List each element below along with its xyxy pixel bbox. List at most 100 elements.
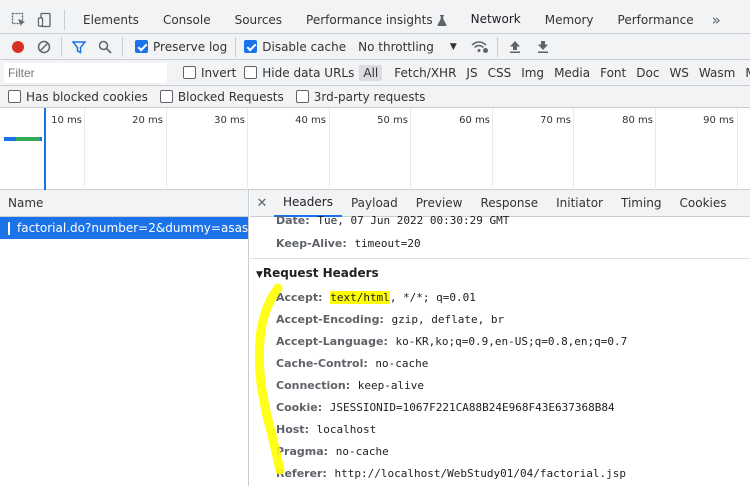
blocked-requests-label: Blocked Requests — [177, 89, 284, 104]
search-icon[interactable] — [94, 36, 116, 58]
type-filter-doc[interactable]: Doc — [632, 65, 663, 81]
header-name: Cookie: — [276, 401, 323, 414]
request-header-row: Cache-Control: no-cache — [276, 356, 428, 370]
flask-icon — [437, 14, 447, 26]
clear-icon[interactable] — [33, 36, 55, 58]
header-name: Connection: — [276, 379, 351, 392]
type-filter-all[interactable]: All — [359, 64, 383, 81]
request-header-row: Accept: text/html, */*; q=0.01 — [276, 290, 476, 304]
tab-timing[interactable]: Timing — [612, 190, 671, 217]
divider — [235, 36, 237, 57]
header-value: Tue, 07 Jun 2022 00:30:29 GMT — [317, 214, 510, 227]
timeline-gridline — [329, 108, 330, 190]
divider — [122, 36, 123, 57]
type-filter-media[interactable]: Media — [550, 65, 594, 81]
timeline-tick-label: 50 ms — [377, 115, 408, 126]
type-filter-manifest[interactable]: Manifest — [741, 65, 750, 81]
header-value: no-cache — [375, 357, 429, 370]
header-name: Pragma: — [276, 445, 329, 458]
device-toolbar-icon[interactable] — [34, 9, 56, 31]
header-name: Accept-Encoding: — [276, 313, 384, 326]
checkbox-checked-icon — [244, 40, 258, 53]
divider — [61, 36, 62, 57]
header-name: Referer: — [276, 467, 327, 480]
header-value: no-cache — [335, 445, 389, 458]
hide-data-urls-checkbox[interactable]: Hide data URLs — [240, 66, 358, 80]
checkbox-unchecked-icon — [8, 90, 21, 103]
timeline-gridline — [737, 108, 738, 190]
tab-label: Performance insights — [306, 13, 433, 27]
timeline-overview[interactable]: 10 ms 20 ms 30 ms 40 ms 50 ms 60 ms 70 m… — [0, 108, 750, 190]
timeline-gridline — [410, 108, 411, 190]
name-column-header[interactable]: Name — [0, 190, 248, 217]
type-filter-js[interactable]: JS — [462, 65, 481, 81]
tab-initiator[interactable]: Initiator — [547, 190, 612, 217]
timeline-gridline — [573, 108, 574, 190]
record-icon[interactable] — [7, 36, 29, 58]
request-name: factorial.do?number=2&dummy=asas — [17, 221, 248, 235]
filter-bar: Invert Hide data URLs All Fetch/XHR JS C… — [0, 60, 750, 86]
disable-cache-checkbox[interactable]: Disable cache — [238, 40, 352, 54]
expand-triangle-icon: ▼ — [256, 270, 263, 280]
highlighted-value: text/html — [330, 291, 390, 304]
header-value: keep-alive — [357, 379, 424, 392]
import-har-icon[interactable] — [504, 36, 526, 58]
timeline-request-bar-waiting — [16, 137, 40, 141]
type-filter-wasm[interactable]: Wasm — [695, 65, 739, 81]
timeline-tick-label: 80 ms — [622, 115, 653, 126]
header-value: gzip, deflate, br — [391, 313, 505, 326]
request-headers-section-toggle[interactable]: ▼Request Headers — [256, 266, 379, 280]
timeline-gridline — [492, 108, 493, 190]
timeline-tick-label: 90 ms — [703, 115, 734, 126]
request-row-selected[interactable]: factorial.do?number=2&dummy=asas — [0, 217, 248, 239]
export-har-icon[interactable] — [532, 36, 554, 58]
divider — [496, 36, 498, 57]
request-header-row: Accept-Encoding: gzip, deflate, br — [276, 312, 504, 326]
close-icon[interactable]: ✕ — [250, 196, 274, 211]
timeline-tick-label: 60 ms — [459, 115, 490, 126]
disable-cache-label: Disable cache — [262, 39, 347, 54]
header-name: Keep-Alive: — [276, 237, 347, 250]
request-detail-pane: ✕ Headers Payload Preview Response Initi… — [250, 190, 750, 486]
type-filter-img[interactable]: Img — [517, 65, 548, 81]
header-value: text/html, */*; q=0.01 — [330, 291, 476, 304]
inspect-element-icon[interactable] — [8, 9, 30, 31]
header-name: Host: — [276, 423, 309, 436]
third-party-requests-checkbox[interactable]: 3rd-party requests — [290, 90, 432, 104]
tab-cookies[interactable]: Cookies — [671, 190, 736, 217]
document-icon — [8, 221, 10, 235]
preserve-log-checkbox[interactable]: Preserve log — [129, 40, 233, 54]
has-blocked-cookies-checkbox[interactable]: Has blocked cookies — [0, 90, 154, 104]
filter-input[interactable] — [4, 62, 167, 83]
timeline-gridline — [655, 108, 656, 190]
checkbox-unchecked-icon — [244, 66, 258, 79]
filter-icon[interactable] — [68, 36, 90, 58]
hide-data-urls-label: Hide data URLs — [262, 65, 355, 80]
response-header-row: Date: Tue, 07 Jun 2022 00:30:29 GMT — [276, 213, 509, 227]
header-name: Accept: — [276, 291, 323, 304]
blocked-requests-checkbox[interactable]: Blocked Requests — [154, 90, 290, 104]
throttling-select[interactable]: No throttling ▼ — [352, 40, 463, 54]
request-header-row: Host: localhost — [276, 422, 376, 436]
header-value: timeout=20 — [354, 237, 421, 250]
section-divider — [250, 258, 750, 259]
request-header-row: Cookie: JSESSIONID=1067F221CA88B24E968F4… — [276, 400, 615, 414]
checkbox-unchecked-icon — [159, 90, 173, 103]
section-title-label: Request Headers — [262, 266, 379, 280]
type-filter-ws[interactable]: WS — [665, 65, 692, 81]
invert-checkbox[interactable]: Invert — [179, 66, 240, 80]
timeline-tick-label: 70 ms — [540, 115, 571, 126]
type-filter-css[interactable]: CSS — [484, 65, 516, 81]
type-filter-fetch-xhr[interactable]: Fetch/XHR — [390, 65, 460, 81]
timeline-tick-label: 40 ms — [295, 115, 326, 126]
divider — [64, 10, 65, 30]
checkbox-unchecked-icon — [183, 66, 196, 79]
checkbox-checked-icon — [135, 40, 148, 53]
timeline-tick-label: 10 ms — [51, 115, 82, 126]
header-name: Date: — [276, 214, 310, 227]
type-filter-font[interactable]: Font — [596, 65, 630, 81]
network-conditions-icon[interactable] — [469, 36, 491, 58]
third-party-requests-label: 3rd-party requests — [313, 89, 426, 104]
header-value: JSESSIONID=1067F221CA88B24E968F43E637368… — [329, 401, 615, 414]
has-blocked-cookies-label: Has blocked cookies — [26, 89, 148, 104]
